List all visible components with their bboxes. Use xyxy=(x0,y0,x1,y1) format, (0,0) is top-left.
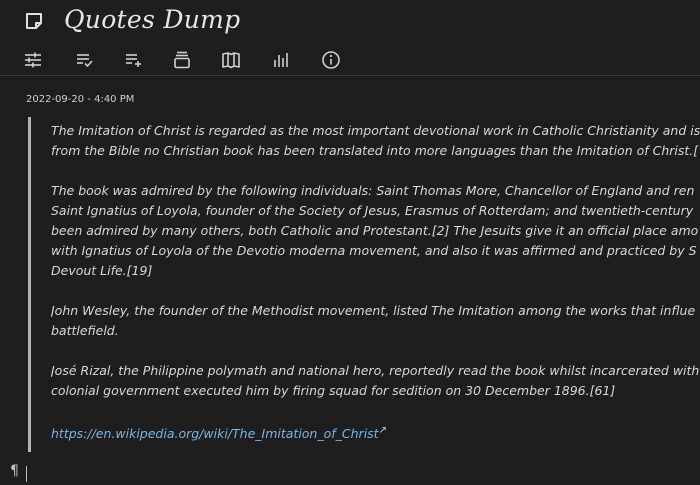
playlist-add-icon xyxy=(126,54,141,67)
quote-line: battlefield. xyxy=(51,323,119,338)
archive-button[interactable] xyxy=(170,48,194,72)
blockquote[interactable]: The Imitation of Christ is regarded as t… xyxy=(51,121,700,456)
toolbar xyxy=(0,44,700,74)
blockquote-bar xyxy=(28,117,31,452)
header: Quotes Dump xyxy=(0,0,700,76)
quote-line: from the Bible no Christian book has bee… xyxy=(51,143,699,158)
archive-icon xyxy=(174,51,190,69)
quote-line: Devout Life.[19] xyxy=(51,263,153,278)
list-check-icon xyxy=(77,54,93,68)
quote-line: been admired by many others, both Cathol… xyxy=(51,223,699,238)
quote-paragraph: The book was admired by the following in… xyxy=(51,181,700,281)
quote-paragraph: José Rizal, the Philippine polymath and … xyxy=(51,361,700,401)
settings-button[interactable] xyxy=(21,48,45,72)
quote-link-paragraph: https://en.wikipedia.org/wiki/The_Imitat… xyxy=(51,421,700,444)
quote-line: The Imitation of Christ is regarded as t… xyxy=(51,123,700,138)
info-button[interactable] xyxy=(319,48,343,72)
book-open-icon xyxy=(222,52,240,69)
checklist-button[interactable] xyxy=(72,48,96,72)
quote-line: The book was admired by the following in… xyxy=(51,183,695,198)
quote-line: Saint Ignatius of Loyola, founder of the… xyxy=(51,203,694,218)
quote-paragraph: John Wesley, the founder of the Methodis… xyxy=(51,301,700,341)
quote-line: colonial government executed him by firi… xyxy=(51,383,616,398)
pilcrow-icon: ¶ xyxy=(10,463,19,479)
stats-button[interactable] xyxy=(269,48,293,72)
external-link-icon: ↗ xyxy=(378,425,387,436)
book-button[interactable] xyxy=(219,48,243,72)
quote-line: with Ignatius of Loyola of the Devotio m… xyxy=(51,243,697,258)
note-icon xyxy=(24,11,44,31)
header-divider xyxy=(0,75,700,76)
source-link[interactable]: https://en.wikipedia.org/wiki/The_Imitat… xyxy=(51,426,379,441)
text-cursor xyxy=(26,466,27,482)
note-timestamp: 2022-09-20 - 4:40 PM xyxy=(26,94,135,105)
bar-chart-icon xyxy=(274,53,288,67)
quote-line: John Wesley, the founder of the Methodis… xyxy=(51,303,696,318)
info-icon xyxy=(322,51,340,69)
quote-paragraph: The Imitation of Christ is regarded as t… xyxy=(51,121,700,161)
sliders-icon xyxy=(25,52,41,68)
page-title: Quotes Dump xyxy=(64,5,241,34)
quote-line: José Rizal, the Philippine polymath and … xyxy=(51,363,700,378)
add-item-button[interactable] xyxy=(121,48,145,72)
